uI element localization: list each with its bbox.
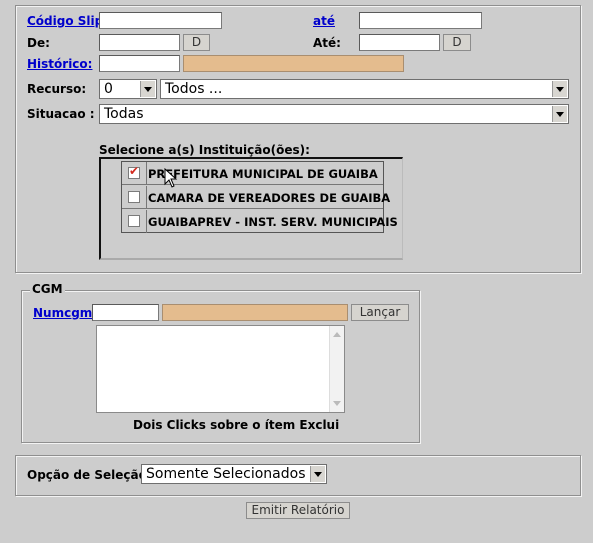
instituicao-row[interactable]: GUAIBAPREV - INST. SERV. MUNICIPAIS (122, 210, 398, 233)
instituicao-label: CAMARA DE VEREADORES DE GUAIBA (148, 191, 391, 205)
numcgm-description-field (162, 304, 348, 321)
ate-label: Até: (313, 36, 341, 50)
instituicao-row[interactable]: CAMARA DE VEREADORES DE GUAIBA (122, 186, 390, 209)
historico-code-input[interactable] (99, 55, 180, 72)
chevron-down-icon[interactable] (140, 81, 155, 97)
instituicoes-table: PREFEITURA MUNICIPAL DE GUAIBA CAMARA DE… (121, 161, 398, 233)
situacao-select[interactable]: Todas (99, 104, 569, 124)
historico-link[interactable]: Histórico: (27, 56, 92, 72)
numcgm-input[interactable] (92, 304, 159, 321)
numcgm-link[interactable]: Numcgm: (33, 305, 97, 321)
recurso-label: Recurso: (27, 82, 87, 96)
codigo-slip-link[interactable]: Código Slip: (27, 13, 108, 29)
ate-link[interactable]: até (313, 13, 335, 29)
codigo-slip-start-input[interactable] (99, 12, 222, 29)
instituicao-label: GUAIBAPREV - INST. SERV. MUNICIPAIS (148, 215, 398, 229)
opcao-select[interactable]: Somente Selecionados (141, 464, 327, 484)
de-date-input[interactable] (99, 34, 180, 51)
ate-date-button[interactable]: D (443, 34, 471, 51)
cgm-hint: Dois Clicks sobre o ítem Exclui (133, 418, 340, 432)
de-date-button[interactable]: D (183, 34, 210, 51)
cgm-legend: CGM (30, 282, 65, 296)
instituicao-label: PREFEITURA MUNICIPAL DE GUAIBA (148, 167, 378, 181)
de-label: De: (27, 36, 50, 50)
ate-date-input[interactable] (359, 34, 440, 51)
instituicao-row[interactable]: PREFEITURA MUNICIPAL DE GUAIBA (122, 162, 383, 185)
instituicoes-list: PREFEITURA MUNICIPAL DE GUAIBA CAMARA DE… (99, 157, 403, 260)
opcao-value: Somente Selecionados (146, 466, 306, 482)
instituicao-checkbox[interactable] (128, 215, 140, 227)
situacao-value: Todas (104, 106, 144, 122)
mouse-cursor-icon (164, 168, 178, 188)
recurso-value: Todos ... (165, 81, 223, 97)
opcao-label: Opção de Seleção : (27, 468, 156, 482)
recurso-code-select[interactable]: 0 (99, 79, 157, 99)
chevron-down-icon[interactable] (552, 106, 567, 122)
emitir-relatorio-button[interactable]: Emitir Relatório (246, 502, 350, 519)
scroll-up-icon[interactable] (333, 332, 341, 337)
lancar-button[interactable]: Lançar (351, 304, 409, 321)
situacao-label: Situacao : (27, 107, 95, 121)
historico-description-field (183, 55, 404, 72)
cgm-list[interactable] (96, 325, 345, 413)
instituicoes-title: Selecione a(s) Instituição(ões): (99, 143, 310, 157)
cgm-list-scrollbar[interactable] (329, 326, 344, 412)
instituicao-checkbox[interactable] (128, 164, 140, 179)
chevron-down-icon[interactable] (552, 81, 567, 97)
chevron-down-icon[interactable] (310, 466, 325, 482)
codigo-slip-end-input[interactable] (359, 12, 482, 29)
instituicao-checkbox[interactable] (128, 191, 140, 203)
recurso-select[interactable]: Todos ... (160, 79, 569, 99)
scroll-down-icon[interactable] (333, 401, 341, 406)
recurso-code-value: 0 (104, 81, 113, 97)
